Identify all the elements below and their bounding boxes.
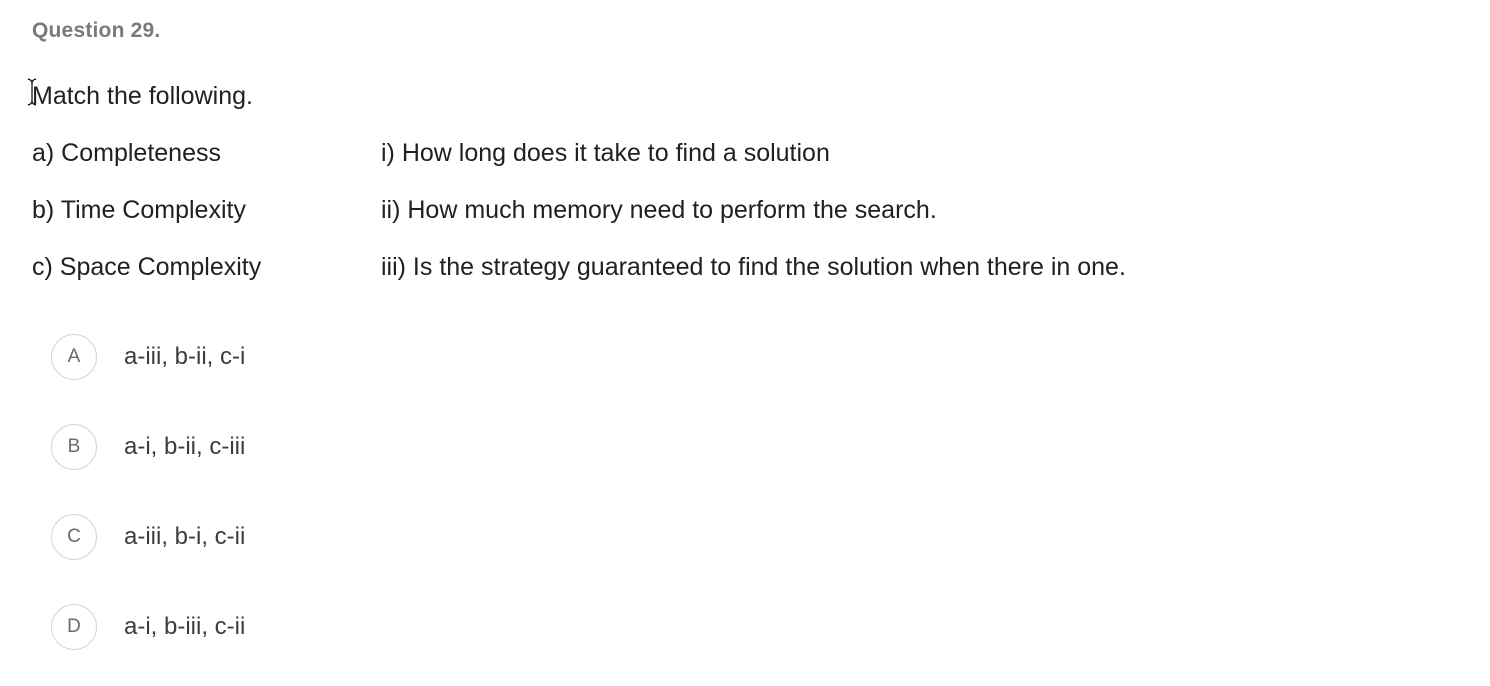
match-left-c: c) Space Complexity: [32, 253, 262, 281]
question-prompt: Match the following.: [32, 82, 253, 110]
match-left-b: b) Time Complexity: [32, 196, 246, 224]
option-c-badge[interactable]: C: [51, 514, 97, 560]
option-d-text[interactable]: a-i, b-iii, c-ii: [124, 613, 245, 641]
option-b[interactable]: B a-i, b-ii, c-iii: [51, 424, 245, 470]
option-a-text[interactable]: a-iii, b-ii, c-i: [124, 343, 245, 371]
question-number: Question 29.: [32, 19, 161, 42]
option-b-text[interactable]: a-i, b-ii, c-iii: [124, 433, 245, 461]
match-right-i: i) How long does it take to find a solut…: [381, 139, 830, 167]
option-c-text[interactable]: a-iii, b-i, c-ii: [124, 523, 245, 551]
option-b-badge[interactable]: B: [51, 424, 97, 470]
option-c[interactable]: C a-iii, b-i, c-ii: [51, 514, 245, 560]
option-d-badge[interactable]: D: [51, 604, 97, 650]
match-right-iii: iii) Is the strategy guaranteed to find …: [381, 253, 1126, 281]
option-a[interactable]: A a-iii, b-ii, c-i: [51, 334, 245, 380]
option-d[interactable]: D a-i, b-iii, c-ii: [51, 604, 245, 650]
option-a-badge[interactable]: A: [51, 334, 97, 380]
match-left-a: a) Completeness: [32, 139, 221, 167]
match-right-ii: ii) How much memory need to perform the …: [381, 196, 937, 224]
